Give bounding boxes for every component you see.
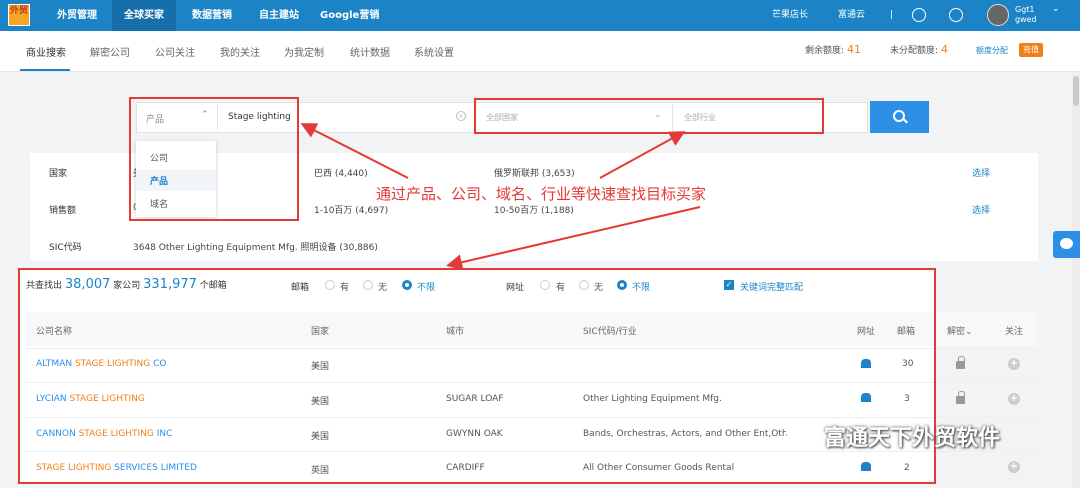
- chat-button[interactable]: [1053, 231, 1080, 258]
- scrollbar[interactable]: [1072, 72, 1080, 488]
- watermark: 富通天下外贸软件: [780, 420, 1000, 452]
- chat-icon: [1060, 238, 1073, 249]
- annotation-arrows: [300, 123, 701, 271]
- scrollbar-thumb[interactable]: [1073, 76, 1079, 106]
- watermark-text: 富通天下外贸软件: [824, 426, 1001, 451]
